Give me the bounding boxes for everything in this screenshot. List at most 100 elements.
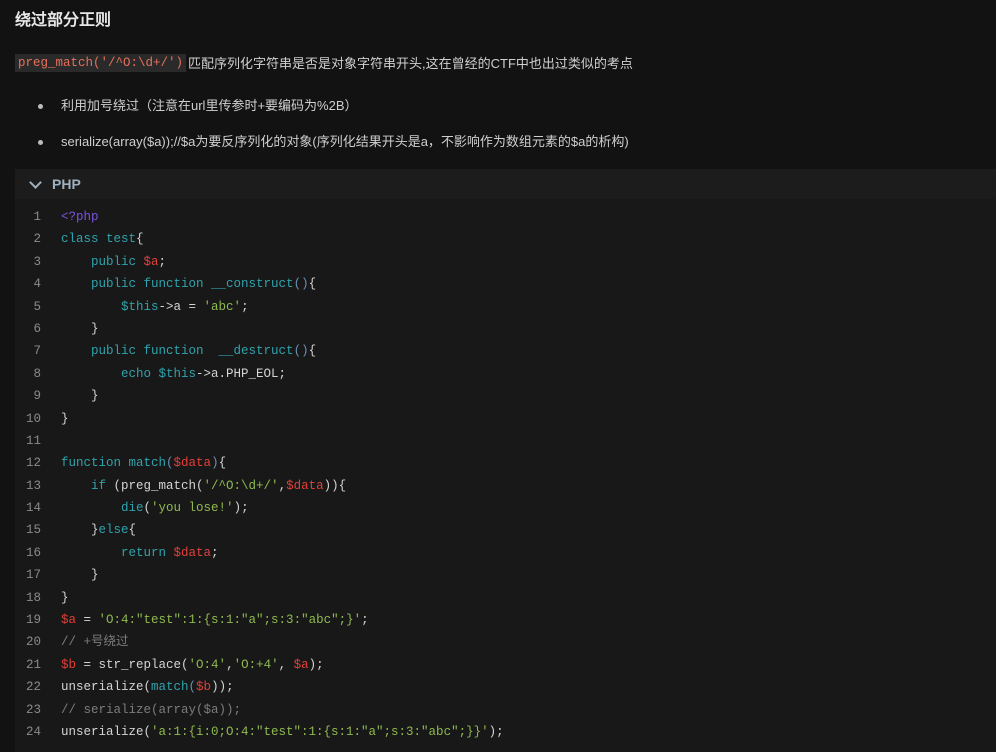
code-line: 23 // serialize(array($a)); — [15, 699, 504, 721]
code-token: public function __construct — [91, 277, 294, 292]
code-token: )){ — [323, 478, 347, 493]
code-line: 12 function match($data){ — [15, 452, 504, 474]
code-token: public function __destruct — [91, 344, 294, 359]
line-number: 10 — [25, 411, 41, 426]
code-line: 17 } — [15, 564, 504, 586]
code-line: 4 public function __construct(){ — [15, 273, 504, 295]
code-line: 13 if (preg_match('/^O:\d+/', $data)){ — [15, 475, 504, 497]
code-token: { — [308, 277, 317, 292]
code-line: 3 public $a; — [15, 251, 504, 273]
code-token: // +号绕过 — [61, 635, 129, 650]
line-number: 6 — [33, 321, 41, 336]
code-token: public — [91, 254, 144, 269]
code-token: 'O:+4' — [233, 657, 279, 672]
code-token: () — [293, 277, 309, 292]
code-token: ( — [143, 501, 152, 516]
line-number: 24 — [25, 724, 41, 739]
line-number: 1 — [33, 210, 41, 224]
code-line: 15 } else{ — [15, 519, 504, 541]
code-line: 20 // +号绕过 — [15, 631, 504, 653]
code-token: $a — [293, 657, 309, 672]
line-number: 8 — [33, 366, 41, 381]
code-line: 2 class test{ — [15, 228, 504, 250]
code-token: $data — [173, 545, 212, 560]
code-token: $b — [61, 657, 77, 672]
code-token: 'O:4:"test":1:{s:1:"a";s:3:"abc";}' — [98, 613, 362, 628]
code-line: 16 return $data; — [15, 542, 504, 564]
code-token: function match — [61, 456, 167, 471]
line-number: 4 — [33, 277, 41, 292]
code-token: match — [151, 680, 189, 695]
line-number: 22 — [25, 680, 41, 695]
code-token: ; — [211, 545, 219, 560]
code-line: 18} — [15, 587, 504, 609]
code-token: ); — [488, 724, 504, 739]
code-token: '/^O:\d+/' — [203, 478, 279, 493]
code-token: else — [98, 523, 129, 538]
line-number: 21 — [25, 657, 41, 672]
code-token: )); — [211, 680, 234, 695]
line-number: 3 — [33, 254, 41, 269]
code-line: 24 unserialize('a:1:{i:0;O:4:"test":1:{s:… — [15, 721, 504, 743]
code-line: 6 } — [15, 318, 504, 340]
code-token: class test — [61, 232, 137, 247]
line-number: 11 — [25, 433, 41, 448]
code-token: , — [226, 657, 234, 672]
code-token: { — [128, 523, 137, 538]
code-line: 21 $b = str_replace('O:4', 'O:+4', $a); — [15, 654, 504, 676]
list-item: 利用加号绕过（注意在url里传参时+要编码为%2B） — [15, 88, 629, 124]
code-token: ; — [241, 299, 249, 314]
code-token: = — [76, 613, 99, 628]
code-token: ->a = — [158, 299, 204, 314]
code-line: 9 } — [15, 385, 504, 407]
line-number: 15 — [25, 523, 41, 538]
code-token: $data — [286, 478, 324, 493]
code-token: } — [61, 590, 69, 605]
code-token: ->a.PHP_EOL; — [196, 366, 287, 381]
code-line: 22 unserialize(match($b)); — [15, 676, 504, 698]
bullet-list: 利用加号绕过（注意在url里传参时+要编码为%2B） serialize(arr… — [15, 88, 629, 160]
code-line: 5 $this ->a = 'abc'; — [15, 296, 504, 318]
code-token: return — [121, 545, 174, 560]
code-token: , — [278, 657, 294, 672]
code-token: } — [61, 568, 99, 583]
code-token: { — [218, 456, 227, 471]
line-number: 19 — [25, 613, 41, 628]
code-token: 'you lose!' — [151, 501, 234, 516]
code-block: PHP 1 <?php 2 class test{3 public $a; 4 publ… — [15, 169, 996, 752]
code-token: , — [278, 478, 287, 493]
line-number: 13 — [25, 478, 41, 493]
paragraph-text: 匹配序列化字符串是否是对象字符串开头,这在曾经的CTF中也出过类似的考点 — [188, 56, 633, 71]
code-line: 11 — [15, 430, 504, 452]
chevron-down-icon[interactable] — [29, 175, 42, 189]
code-token: (preg_match( — [113, 478, 204, 493]
code-token: $this — [121, 299, 159, 314]
code-token: unserialize( — [61, 680, 152, 695]
code-language-label: PHP — [52, 176, 81, 192]
code-token: echo $this — [121, 366, 197, 381]
inline-code: preg_match('/^O:\d+/') — [15, 53, 187, 72]
code-token: ); — [308, 657, 324, 672]
code-block-header[interactable]: PHP — [15, 169, 996, 199]
line-number: 2 — [33, 232, 41, 247]
code-line: 10} — [15, 408, 504, 430]
code-line: 19 $a = 'O:4:"test":1:{s:1:"a";s:3:"abc";… — [15, 609, 504, 631]
code-token: ); — [233, 501, 249, 516]
code-token: 'abc' — [203, 299, 242, 314]
line-number: 17 — [25, 568, 41, 583]
code-token: ; — [158, 254, 167, 269]
code-token: 'a:1:{i:0;O:4:"test":1:{s:1:"a";s:3:"abc… — [151, 724, 489, 739]
code-token: die — [121, 501, 144, 516]
code-token: } — [61, 411, 69, 426]
code-token: { — [308, 344, 317, 359]
code-token: if — [91, 478, 114, 493]
code-line: 1 <?php — [15, 206, 504, 228]
